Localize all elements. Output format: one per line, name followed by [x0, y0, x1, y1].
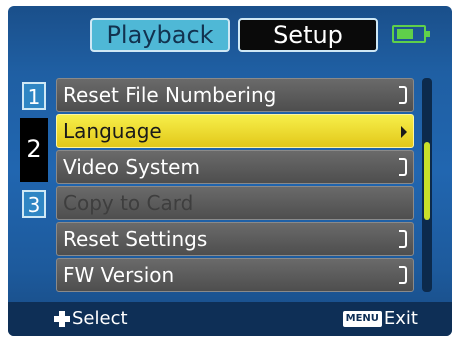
menu-item-video-system[interactable]: Video System [56, 150, 414, 184]
menu-item-reset-file-numbering[interactable]: Reset File Numbering [56, 78, 414, 112]
chevron-right-icon [399, 230, 407, 248]
battery-icon [392, 25, 430, 43]
menu-item-label: FW Version [63, 263, 175, 287]
menu-item-label: Language [63, 119, 162, 143]
exit-hint: MENU Exit [342, 306, 418, 332]
menu-item-reset-settings[interactable]: Reset Settings [56, 222, 414, 256]
camera-lcd-screen: Playback Setup 1 2 3 Reset File Numberin… [8, 6, 452, 336]
page-3-tab[interactable]: 3 [22, 190, 46, 218]
tab-setup[interactable]: Setup [238, 18, 378, 52]
dpad-icon [54, 311, 70, 327]
menu-scrollbar[interactable] [422, 78, 432, 292]
menu-item-fw-version[interactable]: FW Version [56, 258, 414, 292]
menu-key-icon: MENU [342, 311, 382, 327]
chevron-right-icon [399, 158, 407, 176]
chevron-right-icon [401, 126, 407, 138]
menu-item-label: Video System [63, 155, 200, 179]
scrollbar-thumb[interactable] [424, 142, 430, 220]
chevron-right-icon [399, 86, 407, 104]
menu-item-label: Reset File Numbering [63, 83, 277, 107]
page-1-tab[interactable]: 1 [22, 82, 46, 110]
select-hint: Select [54, 306, 128, 332]
exit-hint-label: Exit [383, 308, 418, 329]
menu-item-label: Copy to Card [63, 191, 194, 215]
menu-item-label: Reset Settings [63, 227, 208, 251]
select-hint-label: Select [72, 308, 128, 329]
menu-item-language[interactable]: Language [56, 114, 414, 148]
tab-playback[interactable]: Playback [90, 18, 230, 52]
chevron-right-icon [399, 266, 407, 284]
button-hint-bar: Select MENU Exit [8, 302, 452, 336]
menu-item-copy-to-card: Copy to Card [56, 186, 414, 220]
mode-tab-bar: Playback Setup [8, 6, 452, 58]
page-2-tab[interactable]: 2 [20, 118, 48, 182]
